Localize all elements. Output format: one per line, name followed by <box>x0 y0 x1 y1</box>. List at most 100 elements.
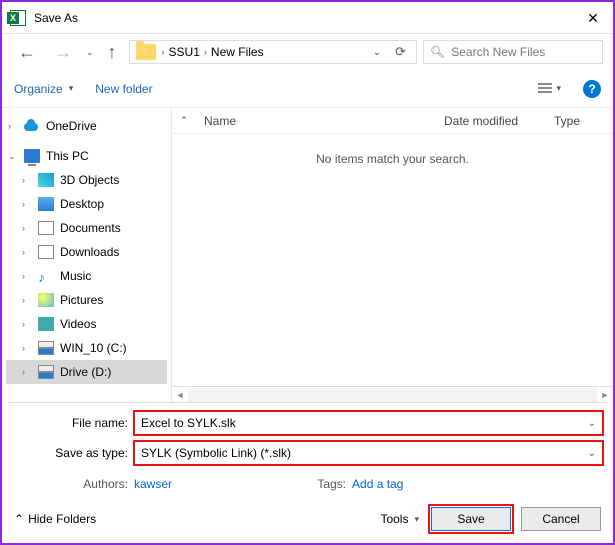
forward-button[interactable]: → <box>48 42 78 63</box>
chevron-right-icon: › <box>162 47 165 57</box>
tree-item-label: Pictures <box>60 293 103 307</box>
pc-icon <box>24 149 40 163</box>
save-as-dialog: Save As ✕ ← → ⌄ ↑ › SSU1 › New Files ⌄ ⟳… <box>0 0 615 545</box>
form-area: File name: Excel to SYLK.slk ⌄ Save as t… <box>2 403 613 497</box>
tree-item-label: Desktop <box>60 197 104 211</box>
expand-icon[interactable]: › <box>22 223 32 233</box>
excel-icon <box>10 10 26 26</box>
search-placeholder: Search New Files <box>451 45 545 59</box>
refresh-button[interactable]: ⟳ <box>389 44 412 60</box>
music-icon: ♪ <box>38 269 54 283</box>
filename-label: File name: <box>12 416 134 430</box>
save-button[interactable]: Save <box>431 507 511 531</box>
column-date[interactable]: Date modified <box>436 114 546 128</box>
expand-icon[interactable]: › <box>22 199 32 209</box>
docs-icon <box>38 221 54 235</box>
nav-tree: › OneDrive ⌄ This PC › 3D Objects › Desktop › Doc… <box>2 108 172 402</box>
empty-message: No items match your search. <box>172 134 613 386</box>
dropdown-icon: ▾ <box>554 83 563 94</box>
dropdown-icon: ▾ <box>67 83 76 94</box>
tree-item-onedrive[interactable]: › OneDrive <box>6 114 167 138</box>
authors-value[interactable]: kawser <box>134 477 172 491</box>
bottom-bar: ⌃ Hide Folders Tools ▾ Save Cancel <box>2 497 613 543</box>
column-headers: ⌃ Name Date modified Type <box>172 108 613 134</box>
tree-item-win-10-c-[interactable]: › WIN_10 (C:) <box>6 336 167 360</box>
tags-label: Tags: <box>292 477 352 491</box>
expand-icon[interactable]: › <box>22 175 32 185</box>
tree-item-this-pc[interactable]: ⌄ This PC <box>6 144 167 168</box>
column-name[interactable]: Name <box>196 114 436 128</box>
up-button[interactable]: ↑ <box>102 42 123 63</box>
tree-item-label: This PC <box>46 149 89 163</box>
scroll-left-icon[interactable]: ◄ <box>172 390 188 400</box>
hide-folders-button[interactable]: ⌃ Hide Folders <box>14 512 96 526</box>
back-button[interactable]: ← <box>12 42 42 63</box>
savetype-select[interactable]: SYLK (Symbolic Link) (*.slk) ⌄ <box>134 441 603 465</box>
address-dropdown[interactable]: ⌄ <box>369 47 385 58</box>
search-input[interactable]: 🔍︎ Search New Files <box>423 40 603 64</box>
tools-button[interactable]: Tools ▾ <box>380 512 421 526</box>
breadcrumb-seg-1[interactable]: SSU1 <box>169 45 200 59</box>
cancel-button[interactable]: Cancel <box>521 507 601 531</box>
savetype-label: Save as type: <box>12 446 134 460</box>
authors-label: Authors: <box>12 477 134 491</box>
new-folder-button[interactable]: New folder <box>95 82 152 96</box>
tree-item-videos[interactable]: › Videos <box>6 312 167 336</box>
cloud-icon <box>24 119 40 133</box>
breadcrumb-seg-2[interactable]: New Files <box>211 45 264 59</box>
drive-icon <box>38 341 54 355</box>
tree-item-label: Documents <box>60 221 121 235</box>
expand-icon[interactable]: ⌄ <box>8 151 18 162</box>
tree-item-3d-objects[interactable]: › 3D Objects <box>6 168 167 192</box>
tree-item-pictures[interactable]: › Pictures <box>6 288 167 312</box>
drive-icon <box>38 365 54 379</box>
tree-item-label: Videos <box>60 317 96 331</box>
expand-icon[interactable]: › <box>22 319 32 329</box>
toolbar: Organize ▾ New folder ▾ ? <box>2 70 613 108</box>
tree-item-label: Music <box>60 269 91 283</box>
chevron-right-icon: › <box>204 47 207 57</box>
expand-icon[interactable]: › <box>22 367 32 377</box>
main-content: › OneDrive ⌄ This PC › 3D Objects › Desktop › Doc… <box>2 108 613 402</box>
horizontal-scrollbar[interactable]: ◄ ► <box>172 386 613 402</box>
expand-icon[interactable]: › <box>22 343 32 353</box>
tree-item-documents[interactable]: › Documents <box>6 216 167 240</box>
tree-item-label: WIN_10 (C:) <box>60 341 127 355</box>
view-grid-icon <box>538 83 552 95</box>
filename-input[interactable]: Excel to SYLK.slk ⌄ <box>134 411 603 435</box>
view-button[interactable]: ▾ <box>538 83 563 95</box>
tree-item-label: OneDrive <box>46 119 97 133</box>
expand-icon[interactable]: › <box>22 271 32 281</box>
dropdown-icon[interactable]: ⌄ <box>588 418 596 429</box>
nav-bar: ← → ⌄ ↑ › SSU1 › New Files ⌄ ⟳ 🔍︎ Search… <box>2 34 613 70</box>
file-list: ⌃ Name Date modified Type No items match… <box>172 108 613 402</box>
tree-item-desktop[interactable]: › Desktop <box>6 192 167 216</box>
folder-icon <box>136 44 156 60</box>
tree-item-label: 3D Objects <box>60 173 119 187</box>
3d-icon <box>38 173 54 187</box>
tree-item-label: Downloads <box>60 245 119 259</box>
organize-button[interactable]: Organize ▾ <box>14 82 75 96</box>
close-button[interactable]: ✕ <box>573 3 613 33</box>
expand-icon[interactable]: › <box>22 247 32 257</box>
tags-value[interactable]: Add a tag <box>352 477 403 491</box>
history-dropdown[interactable]: ⌄ <box>84 47 96 58</box>
column-type[interactable]: Type <box>546 114 613 128</box>
help-button[interactable]: ? <box>583 80 601 98</box>
tree-item-drive-d-[interactable]: › Drive (D:) <box>6 360 167 384</box>
pics-icon <box>38 293 54 307</box>
window-title: Save As <box>34 11 573 25</box>
titlebar: Save As ✕ <box>2 2 613 34</box>
address-bar[interactable]: › SSU1 › New Files ⌄ ⟳ <box>129 40 417 64</box>
dropdown-icon[interactable]: ⌄ <box>588 448 596 459</box>
tree-item-label: Drive (D:) <box>60 365 111 379</box>
scroll-track[interactable] <box>188 388 597 402</box>
scroll-right-icon[interactable]: ► <box>597 390 613 400</box>
expand-icon[interactable]: › <box>22 295 32 305</box>
sort-indicator: ⌃ <box>172 115 196 126</box>
expand-icon[interactable]: › <box>8 121 18 131</box>
vid-icon <box>38 317 54 331</box>
tree-item-music[interactable]: › ♪ Music <box>6 264 167 288</box>
dropdown-icon: ▾ <box>412 514 421 525</box>
tree-item-downloads[interactable]: › Downloads <box>6 240 167 264</box>
